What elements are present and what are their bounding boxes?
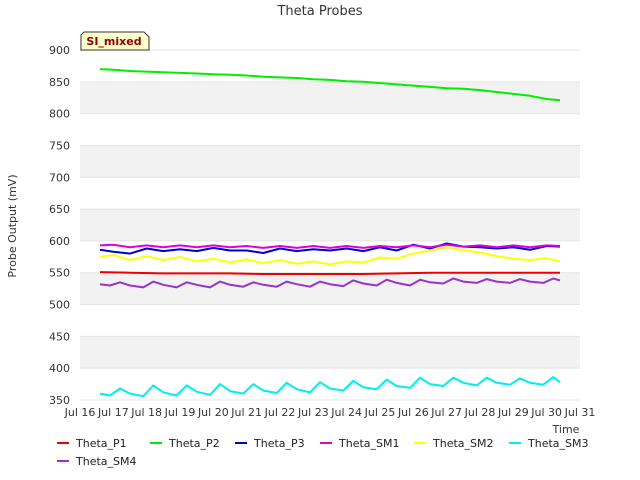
y-tick-label: 600	[49, 235, 70, 248]
legend-label: Theta_P3	[253, 437, 305, 450]
legend-label: Theta_P2	[168, 437, 220, 450]
y-tick-label: 400	[49, 362, 70, 375]
legend-item-theta-sm2: Theta_SM2	[414, 437, 493, 450]
legend-item-theta-sm4: Theta_SM4	[57, 455, 136, 468]
x-tick-label: Jul 29	[497, 406, 529, 419]
y-tick-label: 850	[49, 76, 70, 89]
legend-label: Theta_SM4	[75, 455, 136, 468]
x-axis-ticks: Jul 16 Jul 17 Jul 18 Jul 19 Jul 20 Jul 21 Jul …	[64, 406, 596, 419]
y-tick-label: 750	[49, 139, 70, 152]
chart-title: Theta Probes	[276, 4, 362, 19]
plot-background-bands	[80, 50, 580, 400]
plot-band	[80, 272, 580, 305]
x-tick-label: Jul 17	[97, 406, 129, 419]
y-tick-label: 900	[49, 44, 70, 57]
x-axis-label: Time	[552, 423, 580, 436]
x-tick-label: Jul 26	[397, 406, 429, 419]
legend-label: Theta_SM2	[432, 437, 493, 450]
plot-band	[80, 113, 580, 146]
y-axis-ticks: 350400450500550600650700750800850900	[49, 44, 70, 407]
y-tick-label: 800	[49, 108, 70, 121]
y-tick-label: 450	[49, 330, 70, 343]
x-tick-label: Jul 25	[364, 406, 396, 419]
x-tick-label: Jul 22	[264, 406, 296, 419]
legend-item-theta-sm3: Theta_SM3	[509, 437, 588, 450]
legend-item-theta-p3: Theta_P3	[235, 437, 305, 450]
plot-band	[80, 209, 580, 241]
legend-item-theta-p2: Theta_P2	[150, 437, 220, 450]
x-tick-label: Jul 19	[164, 406, 196, 419]
x-tick-label: Jul 27	[430, 406, 462, 419]
plot-band	[80, 145, 580, 178]
x-tick-label: Jul 16	[64, 406, 96, 419]
plot-band	[80, 177, 580, 210]
y-tick-label: 500	[49, 299, 70, 312]
legend-item-theta-sm1: Theta_SM1	[320, 437, 399, 450]
plot-band	[80, 336, 580, 369]
badge-label: SI_mixed	[86, 35, 141, 48]
plot-band	[80, 81, 580, 114]
plot-band	[80, 304, 580, 337]
y-tick-label: 550	[49, 267, 70, 280]
legend: Theta_P1 Theta_P2 Theta_P3 Theta_SM1 Theta_S…	[57, 437, 588, 468]
x-tick-label: Jul 31	[564, 406, 596, 419]
x-tick-label: Jul 23	[297, 406, 329, 419]
y-tick-label: 650	[49, 203, 70, 216]
legend-label: Theta_SM1	[338, 437, 399, 450]
y-axis-label: Probe Output (mV)	[6, 174, 19, 277]
y-tick-label: 700	[49, 171, 70, 184]
theta-probes-chart: 350400450500550600650700750800850900 Jul…	[6, 4, 596, 468]
si-mixed-badge: SI_mixed	[80, 31, 150, 51]
legend-label: Theta_P1	[75, 437, 127, 450]
x-tick-label: Jul 28	[464, 406, 496, 419]
x-tick-label: Jul 20	[197, 406, 229, 419]
x-tick-label: Jul 24	[330, 406, 362, 419]
x-tick-label: Jul 30	[530, 406, 562, 419]
plot-band	[80, 50, 580, 82]
x-tick-label: Jul 18	[130, 406, 162, 419]
legend-label: Theta_SM3	[527, 437, 588, 450]
legend-item-theta-p1: Theta_P1	[57, 437, 127, 450]
x-tick-label: Jul 21	[230, 406, 262, 419]
